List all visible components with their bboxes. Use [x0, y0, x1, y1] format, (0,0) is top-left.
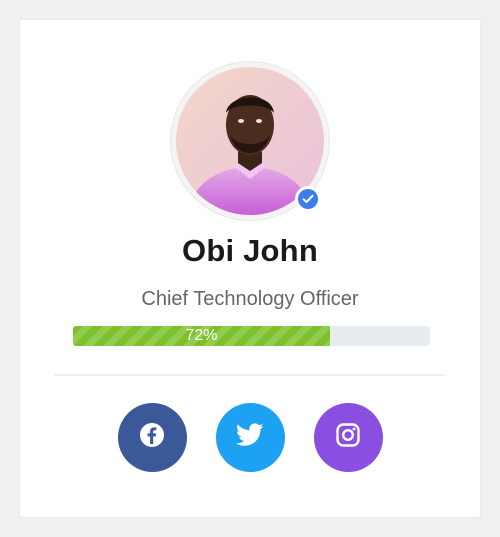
verified-badge [295, 186, 321, 212]
profile-card: Obi John Chief Technology Officer 72% [20, 20, 480, 517]
social-links [20, 403, 480, 472]
twitter-icon [235, 423, 264, 452]
profile-title: Chief Technology Officer [141, 288, 359, 310]
divider [54, 374, 446, 376]
avatar-frame [171, 62, 329, 220]
profile-name: Obi John [182, 233, 318, 268]
progress-label: 72% [185, 327, 218, 344]
twitter-button[interactable] [215, 403, 285, 472]
instagram-button[interactable] [313, 403, 383, 472]
facebook-button[interactable] [117, 403, 187, 472]
check-icon [298, 189, 318, 209]
progress-bar: 72% [73, 326, 430, 346]
facebook-icon [139, 422, 165, 453]
instagram-icon [335, 422, 361, 453]
